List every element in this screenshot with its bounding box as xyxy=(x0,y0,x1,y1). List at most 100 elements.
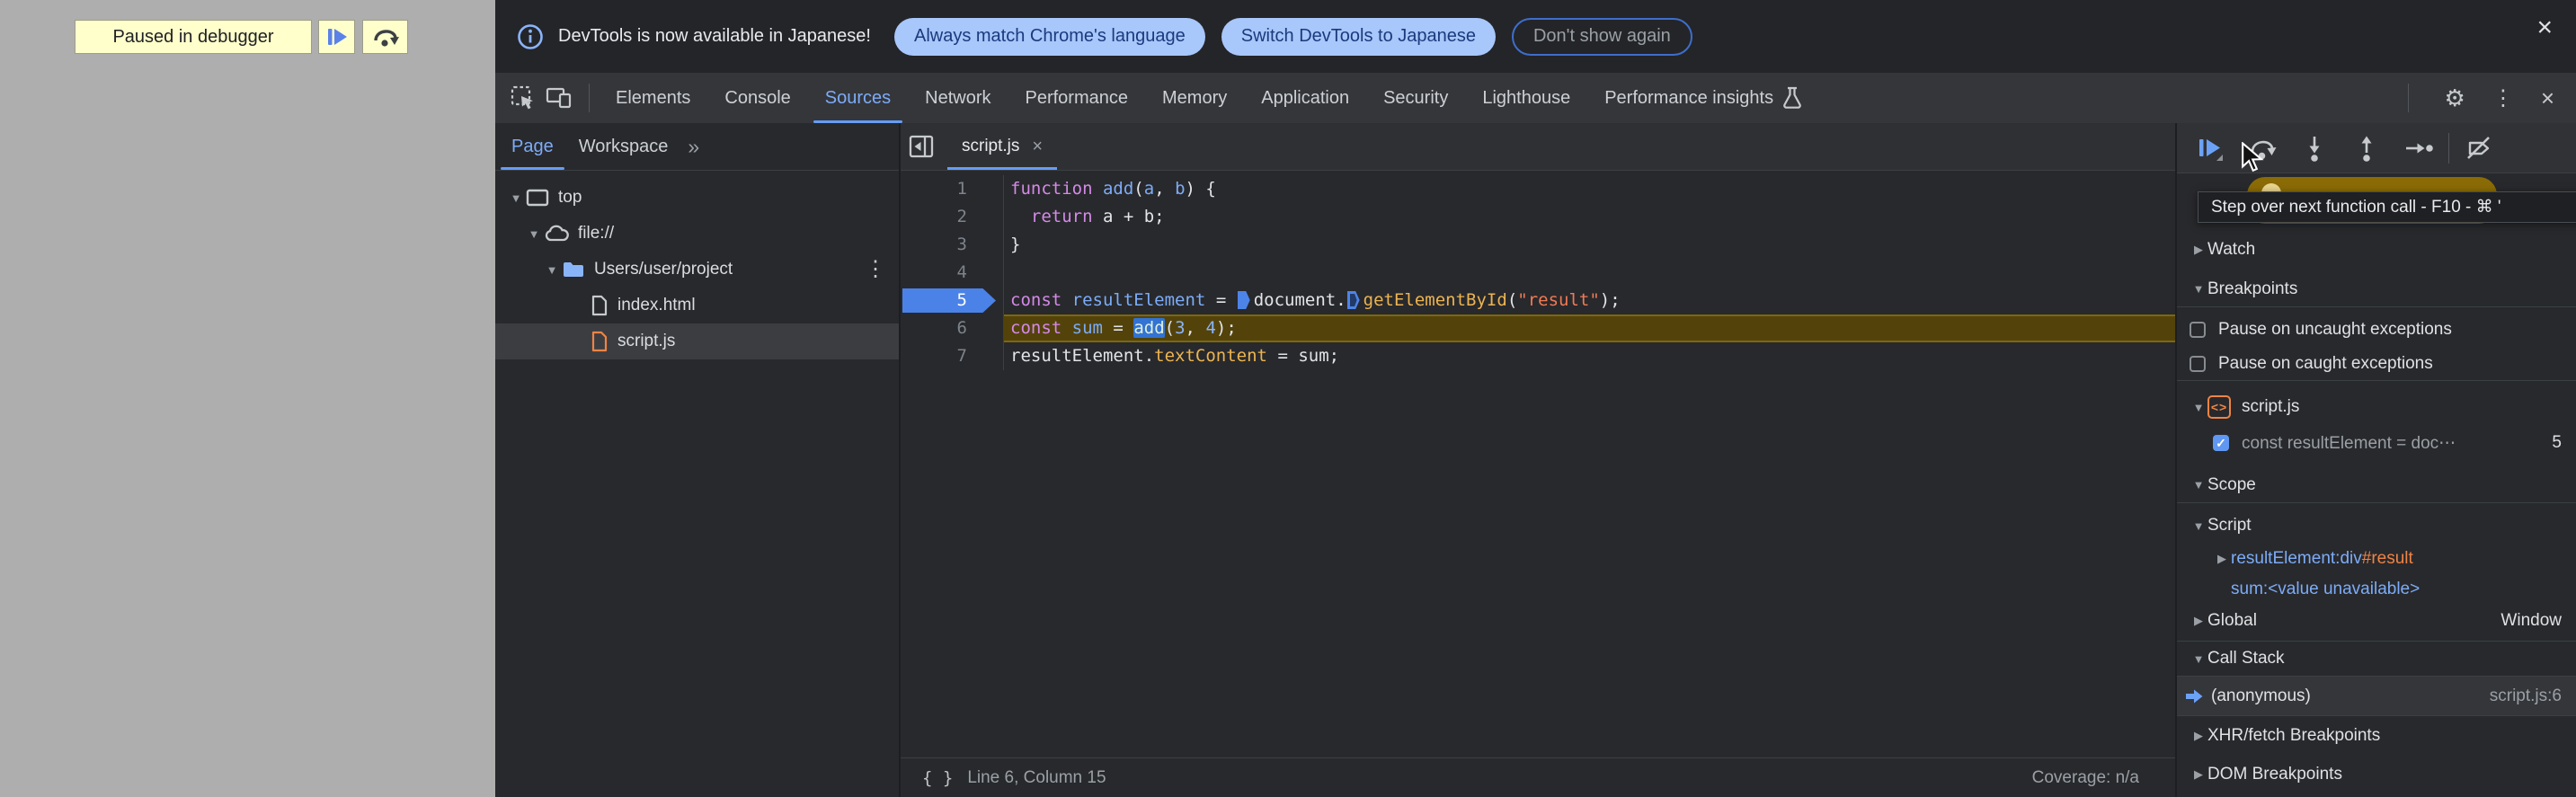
toggle-device-toolbar-button[interactable] xyxy=(544,83,574,113)
breakpoint-file-group[interactable]: ▼ <> script.js xyxy=(2177,389,2576,425)
file-tab-script-js[interactable]: script.js × xyxy=(947,123,1058,170)
line-number-gutter[interactable]: 6 xyxy=(901,314,1004,342)
more-options-kebab-icon[interactable]: ⋮ xyxy=(2492,85,2514,111)
caret-down-icon[interactable]: ▼ xyxy=(544,263,560,277)
caret-down-icon[interactable]: ▼ xyxy=(2190,519,2207,533)
code-text[interactable]: return a + b; xyxy=(1004,203,2175,231)
settings-gear-icon[interactable]: ⚙ xyxy=(2445,84,2465,112)
tab-security[interactable]: Security xyxy=(1366,73,1465,123)
tree-item-project-folder[interactable]: ▼ Users/user/project xyxy=(495,252,899,288)
caret-down-icon[interactable]: ▼ xyxy=(526,227,542,241)
pretty-print-icon[interactable]: { } xyxy=(922,768,953,788)
breakpoints-section-header[interactable]: ▼ Breakpoints xyxy=(2177,271,2576,307)
code-editor[interactable]: 1 function add(a, b) {2 return a + b; 3} 4 5… xyxy=(901,172,2175,757)
tab-performance[interactable]: Performance xyxy=(1008,73,1146,123)
close-file-tab-icon[interactable]: × xyxy=(1032,137,1043,157)
breakpoint-marker[interactable]: 5 xyxy=(901,287,1004,314)
pause-caught-checkbox[interactable] xyxy=(2190,355,2206,372)
pause-on-caught-exceptions-row[interactable]: Pause on caught exceptions xyxy=(2177,347,2576,381)
tree-item-index-html[interactable]: index.html xyxy=(495,288,899,323)
watch-section-header[interactable]: ▶ Watch xyxy=(2177,232,2576,268)
tab-sources[interactable]: Sources xyxy=(808,73,908,123)
tab-network[interactable]: Network xyxy=(908,73,1008,123)
tab-performance-insights[interactable]: Performance insights xyxy=(1587,73,1820,123)
infobar-close-icon[interactable]: × xyxy=(2536,14,2553,41)
code-token: add xyxy=(1102,179,1134,199)
step-into-next-function-call-button[interactable] xyxy=(2288,134,2341,163)
tab-application[interactable]: Application xyxy=(1244,73,1366,123)
code-text[interactable]: function add(a, b) { xyxy=(1004,175,2175,203)
pause-on-uncaught-exceptions-row[interactable]: Pause on uncaught exceptions xyxy=(2177,313,2576,347)
caret-down-icon[interactable]: ▼ xyxy=(508,191,524,205)
code-token: function xyxy=(1010,179,1093,199)
navigator-tab-workspace[interactable]: Workspace xyxy=(566,123,681,170)
line-number-gutter[interactable]: 7 xyxy=(901,342,1004,370)
deactivate-breakpoints-button[interactable] xyxy=(2453,135,2505,162)
step-button[interactable] xyxy=(2393,135,2445,162)
call-stack-frame-row[interactable]: (anonymous) script.js:6 xyxy=(2177,677,2576,716)
code-text[interactable]: resultElement.textContent = sum; xyxy=(1004,342,2175,370)
breakpoint-file-label: script.js xyxy=(2242,397,2300,416)
breakpoint-enabled-checkbox[interactable]: ✓ xyxy=(2213,435,2229,451)
line-number-gutter[interactable]: 1 xyxy=(901,175,1004,203)
dom-breakpoints-section-header[interactable]: ▶ DOM Breakpoints xyxy=(2177,755,2576,794)
code-line: 6 const sum = add(3, 4); xyxy=(901,314,2175,342)
caret-down-icon[interactable]: ▼ xyxy=(2190,652,2207,666)
inline-breakpoint-icon[interactable] xyxy=(1237,291,1250,309)
more-tabs-chevron-icon[interactable]: » xyxy=(688,135,699,159)
scope-global-row[interactable]: ▶ Global Window xyxy=(2177,604,2576,638)
step-over-icon xyxy=(373,30,399,47)
scope-var-sum-row[interactable]: sum: <value unavailable> xyxy=(2177,574,2576,604)
tab-lighthouse[interactable]: Lighthouse xyxy=(1465,73,1587,123)
inspect-element-button[interactable] xyxy=(508,83,538,113)
tree-item-top[interactable]: ▼ top xyxy=(495,180,899,216)
inline-breakpoint-icon[interactable] xyxy=(1346,291,1360,309)
tree-item-script-js[interactable]: script.js xyxy=(495,323,899,359)
tab-console[interactable]: Console xyxy=(707,73,807,123)
tab-memory[interactable]: Memory xyxy=(1145,73,1244,123)
tabbar-divider xyxy=(589,84,590,112)
dont-show-again-button[interactable]: Don't show again xyxy=(1511,17,1692,56)
flask-icon xyxy=(1783,86,1801,109)
step-out-of-current-function-button[interactable] xyxy=(2341,134,2393,163)
line-number-gutter[interactable]: 2 xyxy=(901,203,1004,231)
navigator-tab-page[interactable]: Page xyxy=(499,123,566,170)
pause-uncaught-checkbox[interactable] xyxy=(2190,322,2206,338)
tab-elements[interactable]: Elements xyxy=(599,73,707,123)
scope-script-label: Script xyxy=(2207,516,2252,535)
tree-item-file-origin[interactable]: ▼ file:// xyxy=(495,216,899,252)
caret-down-icon[interactable]: ▼ xyxy=(2190,282,2207,296)
coverage-label: Coverage: n/a xyxy=(2031,767,2139,787)
toolbar-divider xyxy=(2448,132,2449,164)
collapse-navigator-button[interactable] xyxy=(901,133,942,160)
caret-down-icon[interactable]: ▼ xyxy=(2190,401,2207,414)
caret-right-icon[interactable]: ▶ xyxy=(2190,729,2207,743)
xhr-breakpoints-section-header[interactable]: ▶ XHR/fetch Breakpoints xyxy=(2177,716,2576,755)
resume-script-execution-button[interactable] xyxy=(2184,134,2236,163)
code-text[interactable]: const resultElement = document. getElemen… xyxy=(1004,287,2175,314)
caret-right-icon[interactable]: ▶ xyxy=(2190,614,2207,628)
close-devtools-icon[interactable]: × xyxy=(2541,84,2554,112)
line-number-gutter[interactable]: 4 xyxy=(901,259,1004,287)
caret-right-icon[interactable]: ▶ xyxy=(2190,767,2207,782)
scope-var-resultelement-row[interactable]: ▶ resultElement: div #result xyxy=(2177,544,2576,574)
paused-execution-line[interactable]: const sum = add(3, 4); xyxy=(1004,314,2175,342)
scope-script-group[interactable]: ▼ Script xyxy=(2177,508,2576,544)
code-line: 1 function add(a, b) { xyxy=(901,175,2175,203)
navigator-menu-kebab-icon[interactable]: ⋮ xyxy=(865,256,886,282)
resume-script-button[interactable] xyxy=(318,20,355,54)
scope-section-header[interactable]: ▼ Scope xyxy=(2177,467,2576,503)
caret-down-icon[interactable]: ▼ xyxy=(2190,478,2207,491)
switch-to-japanese-button[interactable]: Switch DevTools to Japanese xyxy=(1221,17,1496,56)
code-token: b xyxy=(1175,179,1186,199)
code-text[interactable]: } xyxy=(1004,231,2175,259)
call-stack-section-header[interactable]: ▼ Call Stack xyxy=(2177,641,2576,677)
always-match-language-button[interactable]: Always match Chrome's language xyxy=(893,17,1205,56)
line-number-gutter[interactable]: 3 xyxy=(901,231,1004,259)
breakpoint-entry-row[interactable]: ✓ const resultElement = doc⋯ 5 xyxy=(2177,425,2576,461)
code-text[interactable] xyxy=(1004,259,2175,287)
caret-right-icon[interactable]: ▶ xyxy=(2190,243,2207,257)
step-over-button-page[interactable] xyxy=(362,20,408,54)
caret-right-icon[interactable]: ▶ xyxy=(2213,552,2231,566)
